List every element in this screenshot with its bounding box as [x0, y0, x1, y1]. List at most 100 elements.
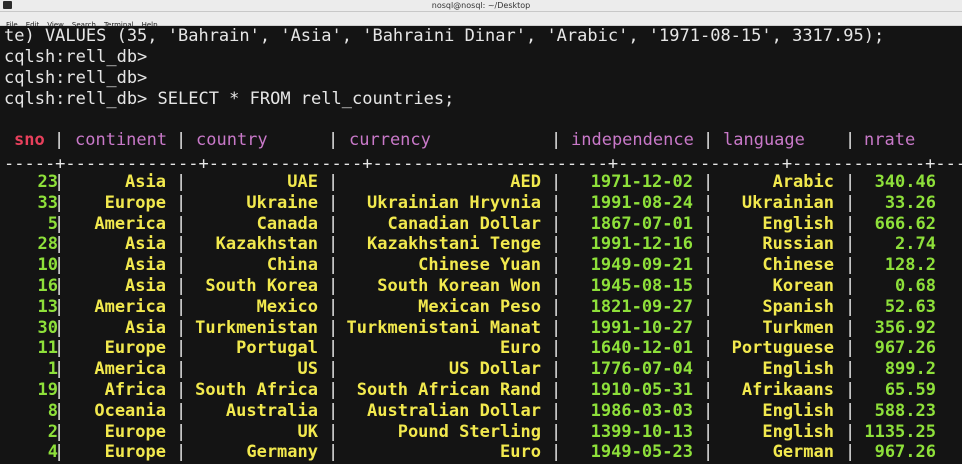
- table-cell-currency: Canadian Dollar: [387, 213, 541, 234]
- table-cell-currency: Australian Dollar: [367, 400, 541, 421]
- terminal-line: cqlsh:rell_db>: [4, 47, 148, 67]
- menu-bar: File Edit View Search Terminal Help: [0, 12, 962, 29]
- column-header-continent: continent: [75, 130, 168, 150]
- column-divider: |: [551, 338, 562, 359]
- table-cell-language: Afrikaans: [741, 380, 834, 400]
- column-divider: |: [54, 172, 65, 192]
- column-divider: |: [54, 338, 65, 359]
- column-divider: |: [54, 192, 65, 213]
- table-cell-country: UK: [297, 421, 318, 442]
- table-cell-independence: 1991-10-27: [590, 317, 693, 338]
- table-cell-currency: South African Rand: [356, 380, 541, 400]
- column-divider: |: [703, 442, 714, 463]
- column-divider: |: [551, 400, 562, 421]
- table-cell-nrate: 356.92: [874, 317, 936, 338]
- column-divider: |: [176, 400, 187, 421]
- table-cell-continent: Europe: [104, 338, 166, 359]
- table-cell-country: Ukraine: [246, 192, 318, 213]
- table-cell-continent: Africa: [104, 380, 166, 400]
- table-cell-language: Chinese: [762, 255, 834, 276]
- table-cell-country: US: [297, 359, 318, 380]
- column-divider: |: [845, 359, 856, 380]
- column-divider: |: [551, 359, 562, 380]
- table-cell-language: Russian: [762, 234, 834, 255]
- column-divider: |: [845, 234, 856, 255]
- column-divider: |: [551, 192, 562, 213]
- table-cell-nrate: 0.68: [895, 276, 936, 296]
- table-cell-continent: Europe: [104, 192, 166, 213]
- column-divider: |: [551, 442, 562, 463]
- column-divider: |: [176, 296, 187, 317]
- column-header-nrate: nrate: [864, 130, 916, 150]
- column-divider: |: [328, 172, 339, 192]
- column-divider: |: [54, 317, 65, 338]
- column-divider: |: [328, 192, 339, 213]
- column-divider: |: [54, 234, 65, 255]
- column-divider: |: [54, 296, 65, 317]
- column-divider: |: [328, 317, 339, 338]
- terminal-line: cqlsh:rell_db> SELECT * FROM rell_countr…: [4, 89, 455, 109]
- title-bar: nosql@nosql: ~/Desktop: [0, 0, 962, 12]
- table-cell-nrate: 899.2: [884, 359, 936, 380]
- column-divider: |: [54, 359, 65, 380]
- table-cell-nrate: 1135.25: [864, 421, 936, 442]
- column-divider: |: [703, 296, 714, 317]
- column-divider: |: [845, 296, 856, 317]
- column-divider: |: [845, 317, 856, 338]
- column-divider: |: [328, 359, 339, 380]
- column-divider: |: [176, 192, 187, 213]
- table-cell-independence: 1991-08-24: [590, 192, 693, 213]
- column-divider: |: [551, 172, 562, 192]
- column-divider: |: [176, 317, 187, 338]
- table-cell-independence: 1910-05-31: [590, 380, 693, 400]
- table-cell-country: Kazakhstan: [215, 234, 318, 255]
- column-divider: |: [845, 442, 856, 463]
- column-divider: |: [328, 234, 339, 255]
- table-cell-continent: Europe: [104, 442, 166, 463]
- table-cell-nrate: 52.63: [884, 296, 936, 317]
- column-divider: |: [703, 400, 714, 421]
- column-divider: |: [845, 380, 856, 400]
- terminal-output[interactable]: te) VALUES (35, 'Bahrain', 'Asia', 'Bahr…: [0, 26, 962, 464]
- column-divider: |: [328, 255, 339, 276]
- table-cell-independence: 1945-08-15: [590, 276, 693, 296]
- column-divider: |: [845, 421, 856, 442]
- table-cell-country: South Korea: [205, 276, 318, 296]
- table-cell-independence: 1640-12-01: [590, 338, 693, 359]
- table-cell-language: Korean: [772, 276, 834, 296]
- table-cell-independence: 1399-10-13: [590, 421, 693, 442]
- table-cell-language: Spanish: [762, 296, 834, 317]
- column-divider: |: [551, 255, 562, 276]
- column-header-independence: independence: [571, 130, 694, 150]
- column-divider: |: [328, 213, 339, 234]
- table-cell-continent: Asia: [125, 276, 166, 296]
- table-cell-language: English: [762, 400, 834, 421]
- column-divider: |: [703, 172, 714, 192]
- table-cell-country: South Africa: [195, 380, 318, 400]
- column-divider: |: [845, 400, 856, 421]
- column-divider: |: [54, 276, 65, 296]
- column-divider: |: [703, 255, 714, 276]
- table-cell-nrate: 33.26: [884, 192, 936, 213]
- table-cell-language: Turkmen: [762, 317, 834, 338]
- column-header-currency: currency: [349, 130, 431, 150]
- column-divider: |: [328, 296, 339, 317]
- table-cell-continent: America: [94, 359, 166, 380]
- column-divider: |: [703, 192, 714, 213]
- column-divider: |: [703, 317, 714, 338]
- column-divider: |: [328, 130, 339, 150]
- table-cell-nrate: 666.62: [874, 213, 936, 234]
- column-divider: |: [176, 234, 187, 255]
- column-divider: |: [551, 296, 562, 317]
- column-divider: |: [845, 192, 856, 213]
- table-cell-language: English: [762, 359, 834, 380]
- table-cell-language: Arabic: [772, 172, 834, 192]
- column-divider: |: [703, 130, 714, 150]
- table-cell-nrate: 967.26: [874, 338, 936, 359]
- table-cell-language: Portuguese: [731, 338, 834, 359]
- table-cell-continent: Asia: [125, 255, 166, 276]
- column-divider: |: [551, 234, 562, 255]
- table-cell-country: Canada: [256, 213, 318, 234]
- column-divider: |: [703, 338, 714, 359]
- column-divider: |: [176, 213, 187, 234]
